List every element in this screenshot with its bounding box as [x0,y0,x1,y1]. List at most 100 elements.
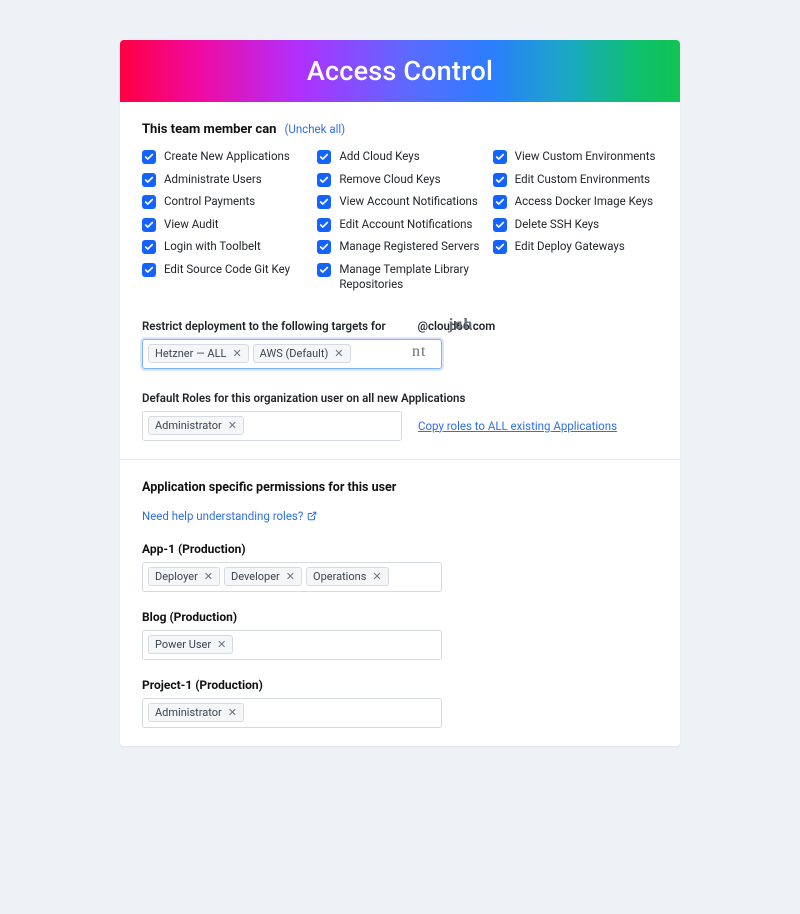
tag: AWS (Default) ✕ [253,344,351,363]
tag-remove-icon[interactable]: ✕ [228,707,237,718]
permission-label: View Audit [164,217,219,233]
permission-item: View Account Notifications [317,194,482,210]
tag: Operations ✕ [306,567,389,586]
tag-label: Power User [155,638,211,651]
app-permission-block: Project-1 (Production) Administrator ✕ [142,678,658,728]
app-permissions-heading: Application specific permissions for thi… [142,480,658,495]
permission-checkbox[interactable] [317,263,331,277]
app-name: Project-1 (Production) [142,678,658,692]
tag: Hetzner — ALL ✕ [148,344,249,363]
permission-checkbox[interactable] [142,173,156,187]
app-permission-block: App-1 (Production)Deployer✕Developer✕Ope… [142,542,658,592]
permission-checkbox[interactable] [317,218,331,232]
app-permissions-section: Application specific permissions for thi… [120,459,680,746]
permission-label: Create New Applications [164,149,290,165]
page-title: Access Control [307,55,493,87]
permission-checkbox[interactable] [142,195,156,209]
permission-item: Manage Registered Servers [317,239,482,255]
permissions-section: This team member can Unchek all Create N… [120,102,680,459]
tag-remove-icon[interactable]: ✕ [204,571,213,582]
permission-label: Access Docker Image Keys [515,194,653,210]
external-link-icon [307,511,317,521]
tag-label: Operations [313,570,366,583]
permission-label: Add Cloud Keys [339,149,419,165]
permission-label: Delete SSH Keys [515,217,599,233]
tag: Power User ✕ [148,635,233,654]
permission-item: Control Payments [142,194,307,210]
tag-remove-icon[interactable]: ✕ [217,639,226,650]
default-roles-input[interactable]: Administrator ✕ [142,411,402,441]
permission-item: Manage Template Library Repositories [317,262,482,293]
permission-label: View Account Notifications [339,194,478,210]
permissions-heading: This team member can [142,122,276,137]
permission-label: Edit Deploy Gateways [515,239,625,255]
app-roles-input[interactable]: Power User ✕ [142,630,442,660]
permission-checkbox[interactable] [142,150,156,164]
permission-item: Add Cloud Keys [317,149,482,165]
permission-label: Administrate Users [164,172,262,188]
restrict-targets-input[interactable]: Hetzner — ALL ✕ AWS (Default) ✕ [142,339,442,369]
permission-checkbox[interactable] [493,240,507,254]
permission-item: View Audit [142,217,307,233]
permission-checkbox[interactable] [142,263,156,277]
tag-remove-icon[interactable]: ✕ [286,571,295,582]
permissions-grid: Create New Applications Administrate User… [142,149,658,293]
tag-remove-icon[interactable]: ✕ [232,348,241,359]
app-name: Blog (Production) [142,610,658,624]
restrict-targets-label: Restrict deployment to the following tar… [142,319,658,333]
permission-item: Create New Applications [142,149,307,165]
app-roles-input[interactable]: Deployer ✕ Developer ✕ Operations ✕ [142,562,442,592]
access-control-panel: Access Control This team member can Unch… [120,40,680,746]
tag-remove-icon[interactable]: ✕ [372,571,381,582]
permission-checkbox[interactable] [317,173,331,187]
tag: Developer ✕ [224,567,302,586]
tag: Administrator ✕ [148,703,244,722]
permission-item: Edit Deploy Gateways [493,239,658,255]
tag-remove-icon[interactable]: ✕ [334,348,343,359]
permission-checkbox[interactable] [493,150,507,164]
tag-label: Administrator [155,706,222,719]
permission-label: Manage Template Library Repositories [339,262,482,293]
permission-item: Edit Account Notifications [317,217,482,233]
permission-item: Delete SSH Keys [493,217,658,233]
permission-item: Remove Cloud Keys [317,172,482,188]
permission-checkbox[interactable] [317,195,331,209]
permission-label: Remove Cloud Keys [339,172,440,188]
permission-checkbox[interactable] [142,218,156,232]
permission-item: View Custom Environments [493,149,658,165]
app-permission-block: Blog (Production) Power User ✕ [142,610,658,660]
copy-roles-link[interactable]: Copy roles to ALL existing Applications [418,419,617,433]
permission-item: Login with Toolbelt [142,239,307,255]
permission-item: Edit Custom Environments [493,172,658,188]
permission-checkbox[interactable] [493,173,507,187]
help-roles-link[interactable]: Need help understanding roles? [142,509,317,523]
uncheck-all-link[interactable]: Unchek all [284,122,345,136]
permission-label: Control Payments [164,194,255,210]
tag: Administrator ✕ [148,416,244,435]
permission-label: Login with Toolbelt [164,239,261,255]
permission-label: Edit Custom Environments [515,172,650,188]
default-roles-label: Default Roles for this organization user… [142,391,658,405]
app-roles-input[interactable]: Administrator ✕ [142,698,442,728]
permission-label: Manage Registered Servers [339,239,479,255]
permission-checkbox[interactable] [317,150,331,164]
tag-label: Hetzner — ALL [155,347,226,360]
permission-checkbox[interactable] [493,195,507,209]
permission-item: Administrate Users [142,172,307,188]
tag-remove-icon[interactable]: ✕ [228,420,237,431]
permission-label: View Custom Environments [515,149,656,165]
tag: Deployer ✕ [148,567,220,586]
permission-checkbox[interactable] [142,240,156,254]
permission-label: Edit Source Code Git Key [164,262,290,278]
hero-banner: Access Control [120,40,680,102]
permission-label: Edit Account Notifications [339,217,472,233]
tag-label: Deployer [155,570,198,583]
permission-item: Edit Source Code Git Key [142,262,307,278]
tag-label: Administrator [155,419,222,432]
permission-item: Access Docker Image Keys [493,194,658,210]
tag-label: Developer [231,570,280,583]
app-name: App-1 (Production) [142,542,658,556]
permission-checkbox[interactable] [317,240,331,254]
permission-checkbox[interactable] [493,218,507,232]
tag-label: AWS (Default) [260,347,329,360]
